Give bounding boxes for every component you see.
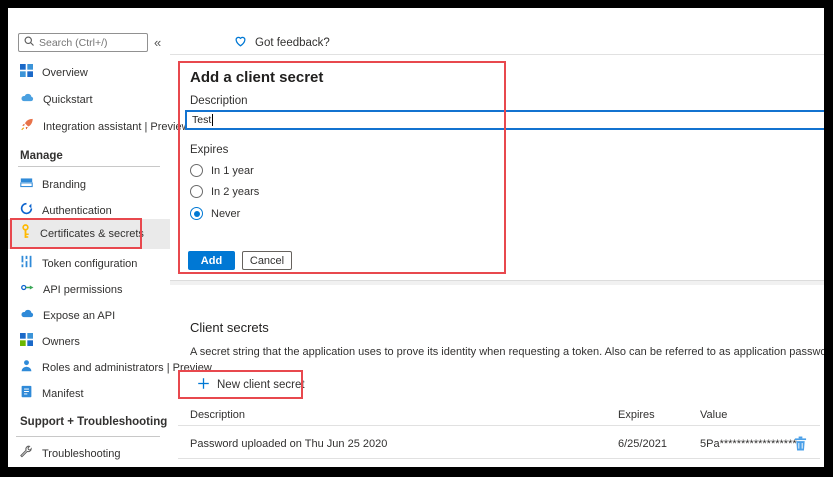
new-client-secret-label: New client secret bbox=[217, 379, 305, 391]
radio-in-1-year[interactable]: In 1 year bbox=[190, 163, 254, 178]
table-row-divider bbox=[178, 458, 820, 459]
panel-bottom-divider bbox=[170, 280, 824, 285]
cell-description: Password uploaded on Thu Jun 25 2020 bbox=[190, 438, 387, 450]
cell-expires: 6/25/2021 bbox=[618, 438, 667, 450]
sidebar-item-expose-an-api[interactable]: Expose an API bbox=[8, 305, 170, 327]
manifest-icon bbox=[20, 385, 33, 403]
radio-label: Never bbox=[211, 208, 240, 220]
divider bbox=[18, 166, 160, 167]
cell-value: 5Pa****************** bbox=[700, 438, 797, 450]
branding-icon bbox=[20, 176, 33, 194]
radio-never[interactable]: Never bbox=[190, 206, 240, 221]
got-feedback-link[interactable]: Got feedback? bbox=[226, 34, 330, 51]
sidebar-item-label: Overview bbox=[42, 67, 88, 79]
table-header-divider bbox=[178, 425, 820, 426]
expose-api-icon bbox=[20, 307, 34, 325]
radio-circle-selected[interactable] bbox=[190, 207, 203, 220]
sidebar-item-label: Authentication bbox=[42, 205, 112, 217]
plus-icon bbox=[197, 377, 210, 393]
sidebar-item-label: Manifest bbox=[42, 388, 84, 400]
radio-circle[interactable] bbox=[190, 164, 203, 177]
sidebar-item-certificates-secrets[interactable]: Certificates & secrets bbox=[8, 219, 170, 249]
radio-label: In 1 year bbox=[211, 165, 254, 177]
sidebar-item-label: Branding bbox=[42, 179, 86, 191]
integration-assistant-icon bbox=[20, 118, 34, 136]
cancel-button[interactable]: Cancel bbox=[242, 251, 292, 270]
divider bbox=[170, 54, 824, 55]
sidebar-item-quickstart[interactable]: Quickstart bbox=[8, 89, 170, 111]
collapse-icon[interactable]: « bbox=[154, 35, 161, 50]
sidebar-item-branding[interactable]: Branding bbox=[8, 174, 170, 196]
sidebar-search[interactable] bbox=[18, 33, 148, 52]
trash-icon[interactable] bbox=[794, 436, 807, 456]
certificates-key-icon bbox=[20, 224, 31, 244]
text-caret bbox=[212, 114, 213, 126]
column-header-description: Description bbox=[190, 409, 245, 421]
sidebar-item-label: Roles and administrators | Preview bbox=[42, 362, 212, 374]
sidebar-item-api-permissions[interactable]: API permissions bbox=[8, 279, 170, 301]
roles-icon bbox=[20, 359, 33, 377]
overview-icon bbox=[20, 64, 33, 82]
description-label: Description bbox=[190, 95, 248, 107]
client-secrets-title: Client secrets bbox=[190, 320, 269, 335]
description-input[interactable] bbox=[185, 110, 824, 130]
sidebar-item-troubleshooting[interactable]: Troubleshooting bbox=[8, 443, 170, 465]
heart-icon bbox=[233, 34, 248, 51]
app-window: « Overview Quickstart Integration assist… bbox=[8, 8, 824, 467]
sidebar-item-overview[interactable]: Overview bbox=[8, 62, 170, 84]
form-title: Add a client secret bbox=[190, 69, 323, 86]
search-icon bbox=[23, 34, 35, 52]
radio-circle[interactable] bbox=[190, 185, 203, 198]
sidebar-item-label: Expose an API bbox=[43, 310, 115, 322]
screenshot-frame: « Overview Quickstart Integration assist… bbox=[0, 0, 833, 477]
new-client-secret-button[interactable]: New client secret bbox=[190, 377, 305, 393]
radio-in-2-years[interactable]: In 2 years bbox=[190, 184, 259, 199]
sidebar-item-manifest[interactable]: Manifest bbox=[8, 383, 170, 405]
add-button[interactable]: Add bbox=[188, 251, 235, 270]
owners-icon bbox=[20, 333, 33, 351]
api-permissions-icon bbox=[20, 281, 34, 299]
sidebar-item-owners[interactable]: Owners bbox=[8, 331, 170, 353]
sidebar-item-integration-assistant[interactable]: Integration assistant | Preview bbox=[8, 116, 170, 138]
sidebar-item-label: Troubleshooting bbox=[42, 448, 120, 460]
sidebar-item-label: Integration assistant | Preview bbox=[43, 121, 190, 133]
client-secrets-description: A secret string that the application use… bbox=[190, 346, 824, 358]
sidebar-item-label: Token configuration bbox=[42, 258, 137, 270]
authentication-icon bbox=[20, 202, 33, 220]
sidebar-section-support: Support + Troubleshooting bbox=[20, 416, 167, 428]
expires-label: Expires bbox=[190, 144, 228, 156]
quickstart-icon bbox=[20, 91, 34, 109]
column-header-expires: Expires bbox=[618, 409, 655, 421]
sidebar-item-roles-administrators[interactable]: Roles and administrators | Preview bbox=[8, 357, 170, 379]
radio-label: In 2 years bbox=[211, 186, 259, 198]
search-input[interactable] bbox=[39, 37, 139, 49]
token-configuration-icon bbox=[20, 255, 33, 273]
sidebar-item-label: Certificates & secrets bbox=[40, 228, 144, 240]
sidebar-section-manage: Manage bbox=[20, 150, 63, 162]
got-feedback-label: Got feedback? bbox=[255, 37, 330, 49]
sidebar-item-label: Quickstart bbox=[43, 94, 93, 106]
sidebar-item-label: Owners bbox=[42, 336, 80, 348]
sidebar: « Overview Quickstart Integration assist… bbox=[8, 8, 170, 467]
divider bbox=[16, 436, 160, 437]
sidebar-item-token-configuration[interactable]: Token configuration bbox=[8, 253, 170, 275]
sidebar-item-label: API permissions bbox=[43, 284, 122, 296]
troubleshooting-icon bbox=[20, 445, 33, 463]
column-header-value: Value bbox=[700, 409, 727, 421]
